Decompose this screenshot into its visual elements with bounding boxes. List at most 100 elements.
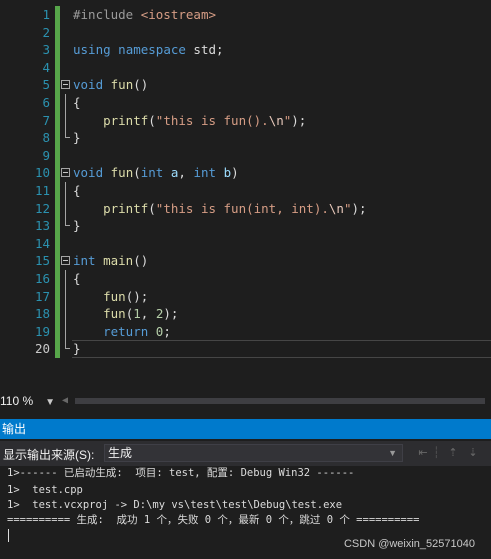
fold-guide: [65, 305, 66, 323]
output-source-value: 生成: [108, 446, 133, 460]
code-line[interactable]: 17 fun();: [0, 287, 491, 306]
code-line[interactable]: 10 void fun(int a, int b): [0, 164, 491, 182]
output-line: ========== 生成: 成功 1 个，失败 0 个，最新 0 个，跳过 0…: [7, 514, 420, 526]
watermark: CSDN @weixin_52571040: [343, 538, 475, 550]
code-text: {: [73, 95, 81, 110]
code-text: printf("this is fun().\n");: [103, 112, 307, 128]
code-line[interactable]: 6{: [0, 94, 491, 112]
code-editor[interactable]: 1 #include <iostream> 2 3 using namespace st…: [0, 0, 491, 388]
fold-guide: [65, 287, 66, 306]
output-source-label: 显示输出来源(S):: [3, 448, 95, 462]
line-number: 6: [42, 95, 50, 110]
code-text: {: [73, 183, 81, 198]
line-number: 9: [42, 147, 50, 163]
change-indicator: [55, 270, 60, 288]
zoom-dropdown[interactable]: 110 % ▼: [0, 394, 55, 408]
code-line[interactable]: 3 using namespace std;: [0, 41, 491, 59]
code-line[interactable]: 15 int main(): [0, 252, 491, 270]
line-number: 16: [34, 271, 50, 286]
next-message-icon[interactable]: ⇣: [466, 446, 480, 460]
code-line[interactable]: 16 {: [0, 270, 491, 288]
code-line[interactable]: 9: [0, 146, 491, 165]
code-line[interactable]: 5 void fun(): [0, 76, 491, 94]
chevron-down-icon: ▼: [45, 397, 56, 408]
code-text: #include <iostream>: [73, 7, 216, 22]
change-indicator: [55, 182, 60, 200]
code-line[interactable]: 12 printf("this is fun(int, int).\n");: [0, 199, 491, 218]
code-text: fun(1, 2);: [103, 306, 179, 322]
fold-end: [65, 129, 70, 139]
code-line[interactable]: 18 fun(1, 2);: [0, 305, 491, 323]
line-number: 19: [34, 323, 50, 339]
current-line-highlight: [72, 340, 491, 358]
line-number: 15: [34, 253, 50, 269]
line-number: 12: [34, 200, 50, 216]
collapse-icon[interactable]: [61, 256, 70, 266]
line-number: 4: [42, 59, 50, 75]
text-cursor: [8, 529, 9, 542]
separator: ┆: [433, 447, 440, 459]
change-indicator: [55, 58, 60, 77]
code-line[interactable]: 20}: [0, 340, 491, 358]
change-indicator: [55, 6, 60, 24]
change-indicator: [55, 94, 60, 112]
line-number: 14: [34, 235, 50, 251]
output-toolbar: 显示输出来源(S): 生成 ▼ ⇤ ┆ ⇡ ⇣: [0, 441, 491, 466]
fold-end: [65, 340, 70, 350]
code-text: void fun(int a, int b): [73, 165, 239, 181]
line-number: 5: [42, 77, 50, 93]
chevron-down-icon: ▼: [388, 448, 397, 458]
fold-guide: [65, 111, 66, 130]
code-text: printf("this is fun(int, int).\n");: [103, 200, 367, 216]
output-line: 1> test.cpp: [7, 484, 83, 496]
line-number: 7: [42, 112, 50, 128]
code-text: }: [73, 341, 81, 357]
code-line[interactable]: 4: [0, 58, 491, 77]
fold-guide: [65, 270, 66, 288]
change-indicator: [55, 217, 60, 235]
line-number: 3: [42, 42, 50, 58]
output-line: 1>------ 已启动生成: 项目: test, 配置: Debug Win3…: [7, 467, 355, 479]
horizontal-scrollbar[interactable]: [75, 398, 485, 404]
change-indicator: [55, 129, 60, 147]
code-text: int main(): [73, 253, 149, 269]
code-text: }: [73, 130, 81, 146]
line-number: 13: [34, 218, 50, 234]
fold-guide: [65, 322, 66, 341]
change-indicator: [55, 146, 60, 165]
change-indicator: [55, 199, 60, 218]
code-text: return 0;: [103, 323, 171, 339]
collapse-icon[interactable]: [61, 80, 70, 90]
fold-guide: [65, 199, 66, 218]
output-source-select[interactable]: 生成 ▼: [104, 444, 403, 462]
zoom-level: 110 %: [0, 394, 34, 408]
code-line[interactable]: 1 #include <iostream>: [0, 6, 491, 24]
code-text: }: [73, 218, 81, 234]
change-indicator: [55, 287, 60, 306]
change-indicator: [55, 23, 60, 42]
goto-message-icon[interactable]: ⇤: [416, 446, 430, 460]
code-line[interactable]: 7 printf("this is fun().\n");: [0, 111, 491, 130]
code-line[interactable]: 19 return 0;: [0, 322, 491, 341]
output-line: 1> test.vcxproj -> D:\my vs\test\test\De…: [7, 499, 343, 511]
line-number: 18: [34, 306, 50, 322]
fold-end: [65, 217, 70, 227]
code-line[interactable]: 14: [0, 234, 491, 253]
change-indicator: [55, 252, 60, 270]
code-line[interactable]: 2: [0, 23, 491, 42]
line-number: 8: [42, 130, 50, 146]
change-indicator: [55, 322, 60, 341]
change-indicator: [55, 164, 60, 182]
code-line[interactable]: 11 {: [0, 182, 491, 200]
code-line[interactable]: 8}: [0, 129, 491, 147]
change-indicator: [55, 41, 60, 59]
code-text: fun();: [103, 288, 149, 304]
editor-status-bar: 110 % ▼ ◀: [0, 390, 491, 412]
previous-message-icon[interactable]: ⇡: [446, 446, 460, 460]
line-number: 1: [42, 7, 50, 22]
collapse-icon[interactable]: [61, 168, 70, 178]
scroll-left-icon[interactable]: ◀: [62, 395, 68, 406]
code-line[interactable]: 13}: [0, 217, 491, 235]
fold-guide: [65, 182, 66, 200]
line-number: 11: [34, 183, 50, 198]
